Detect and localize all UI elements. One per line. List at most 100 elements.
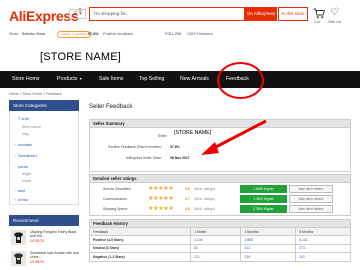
page-title: Seller Feedback (89, 104, 133, 110)
expand-icon[interactable]: + (14, 189, 16, 193)
comparison-note: than other sellers (289, 205, 333, 213)
wishlist-heart-icon[interactable]: ♡ (330, 8, 339, 18)
rating-score: 4.7 (185, 197, 190, 201)
positive-feedback-label: Positive feedback (103, 32, 133, 36)
table-cell[interactable]: 82 (190, 243, 242, 254)
rating-count: (5641 ratings) (194, 197, 215, 201)
follow-button[interactable]: FOLLOW (165, 32, 181, 36)
search-input[interactable]: I'm shopping for... (89, 7, 245, 21)
collapse-icon[interactable]: − (14, 117, 16, 121)
store-label: Store: (9, 32, 20, 36)
comparison-badge: 1.96% Higher (240, 185, 287, 193)
row-label: Positive (4-5 Stars) (88, 235, 192, 245)
table-cell[interactable]: 2,856 (240, 235, 297, 245)
table-cell[interactable]: 241 (295, 252, 351, 262)
store-categories-list: − T shirt Short sleeve long + hoodies + Swe… (9, 111, 79, 205)
row-label: Negative (1-2 Stars) (88, 252, 192, 262)
annotation-arrow (201, 119, 267, 155)
table-row: Positive (4-5 Stars) 1,108 2,856 5,121 (88, 235, 351, 245)
product-thumbnail[interactable] (11, 230, 26, 245)
table-cell[interactable]: 121 (190, 252, 242, 262)
table-cell[interactable]: 212 (240, 243, 297, 254)
nav-new-arrivals[interactable]: New Arrivals (180, 71, 209, 88)
rating-label: Shipping Speed: (103, 207, 128, 211)
cart-icon[interactable] (313, 8, 325, 19)
store-info-bar: Store: Bobobo Store Open: 2 year(s) 97.8… (0, 30, 360, 41)
detailed-ratings-header: Detailed seller ratings (89, 174, 351, 183)
category-item[interactable]: − pants (14, 164, 28, 169)
expand-icon[interactable]: + (14, 143, 16, 147)
store-title: [STORE NAME] (40, 51, 122, 63)
search-store-button[interactable]: In this store (278, 7, 308, 21)
expand-icon[interactable]: + (14, 154, 16, 158)
category-item[interactable]: + dress (14, 197, 28, 202)
recommend-item[interactable]: Streetwear tops Amaze with and Unise... … (11, 251, 79, 268)
nav-sale-items[interactable]: Sale Items (99, 71, 124, 88)
nav-store-home[interactable]: Store Home (12, 71, 40, 88)
recommend-item-price: US $8.99 (30, 260, 45, 264)
followers-count: 2363 Followers (187, 32, 213, 36)
subcategory-item[interactable]: shorts (22, 179, 31, 183)
recommend-item-price: US $9.25 (30, 239, 45, 243)
table-cell[interactable]: 273 (295, 243, 351, 254)
expand-icon[interactable]: + (14, 198, 16, 202)
seller-since-value: 08 Nov 2017 (170, 156, 190, 160)
seller-since-label: AliExpress Seller Since: (126, 156, 162, 160)
star-rating-icon: ★★★★★ (148, 206, 174, 212)
chevron-down-icon: ▼ (78, 77, 83, 81)
column-header: Feedback (88, 226, 192, 237)
column-header: 1 Month (190, 226, 242, 237)
nav-top-selling[interactable]: Top Selling (139, 71, 164, 88)
store-nav: Store Home Products ▼ Sale Items Top Sel… (0, 71, 360, 88)
rating-row: Shipping Speed: ★★★★★ 4.8 (5641 ratings)… (90, 205, 350, 214)
breadcrumb: Home > Store Home > Feedback (9, 92, 62, 96)
feedback-history-table: Feedback 1 Month 3 Months 6 Months Posit… (88, 226, 351, 262)
nav-products[interactable]: Products ▼ (57, 71, 82, 88)
rating-count: (5641 ratings) (194, 207, 215, 211)
top-bar: AliExpress® ☰ ▾ I'm shopping for... On A… (0, 0, 360, 30)
category-item[interactable]: + hoodies (14, 142, 32, 147)
comparison-badge: 1.36% Higher (240, 195, 287, 203)
annotation-circle (217, 62, 264, 99)
recommend-item-title[interactable]: Ukiyang Pongahu Funny Black and Wh... (30, 230, 79, 238)
recommend-header: Recommend (9, 215, 79, 226)
table-cell[interactable]: 214 (240, 252, 297, 262)
table-cell[interactable]: 1,108 (190, 235, 242, 245)
comparison-note: than other sellers (289, 195, 333, 203)
positive-feedback-value: 97.8% (170, 145, 180, 149)
category-item[interactable]: − T shirt (14, 116, 29, 121)
store-name-link[interactable]: Bobobo Store (22, 32, 45, 36)
rating-score: 4.8 (185, 187, 190, 191)
recommend-item-title[interactable]: Streetwear tops Amaze with and Unise... (30, 251, 79, 259)
store-categories-header: Store Categories (9, 100, 79, 111)
category-item[interactable]: + Sweatshirt (14, 153, 37, 158)
star-rating-icon: ★★★★★ (148, 186, 174, 192)
subcategory-item[interactable]: Short sleeve (22, 125, 41, 129)
positive-feedback-label: Positive Feedback (Past 6 months): (108, 145, 162, 149)
product-thumbnail[interactable] (11, 251, 26, 266)
positive-percent: 97.8% (88, 32, 99, 36)
rating-score: 4.8 (185, 207, 190, 211)
seller-label: Seller: (158, 134, 168, 138)
comparison-note: than other sellers (289, 185, 333, 193)
subcategory-item[interactable]: long (22, 132, 28, 136)
search-aliexpress-button[interactable]: On AliExpress (245, 7, 277, 21)
detailed-ratings-panel: Item as Described: ★★★★★ 4.8 (5641 ratin… (89, 183, 351, 216)
rating-label: Communication: (103, 197, 128, 201)
column-header: 3 Months (240, 226, 297, 237)
category-item[interactable]: + skirt (14, 188, 25, 193)
subcategory-item[interactable]: length (22, 172, 31, 176)
category-menu-button[interactable]: ☰ ▾ (69, 9, 86, 19)
collapse-icon[interactable]: − (14, 165, 16, 169)
open-since-badge: Open: 2 year(s) (57, 31, 92, 38)
star-rating-icon: ★★★★★ (148, 196, 174, 202)
recommend-item[interactable]: Ukiyang Pongahu Funny Black and Wh... US… (11, 230, 79, 247)
wishlist-label: Wish List (328, 20, 341, 24)
rating-row: Communication: ★★★★★ 4.7 (5641 ratings) … (90, 195, 350, 204)
table-cell[interactable]: 5,121 (295, 235, 351, 245)
cart-label: Cart (314, 20, 321, 24)
table-header-row: Feedback 1 Month 3 Months 6 Months (88, 226, 351, 237)
rating-label: Item as Described: (103, 187, 132, 191)
row-label: Neutral (3 Stars) (88, 243, 192, 254)
table-row: Neutral (3 Stars) 82 212 273 (88, 243, 351, 254)
